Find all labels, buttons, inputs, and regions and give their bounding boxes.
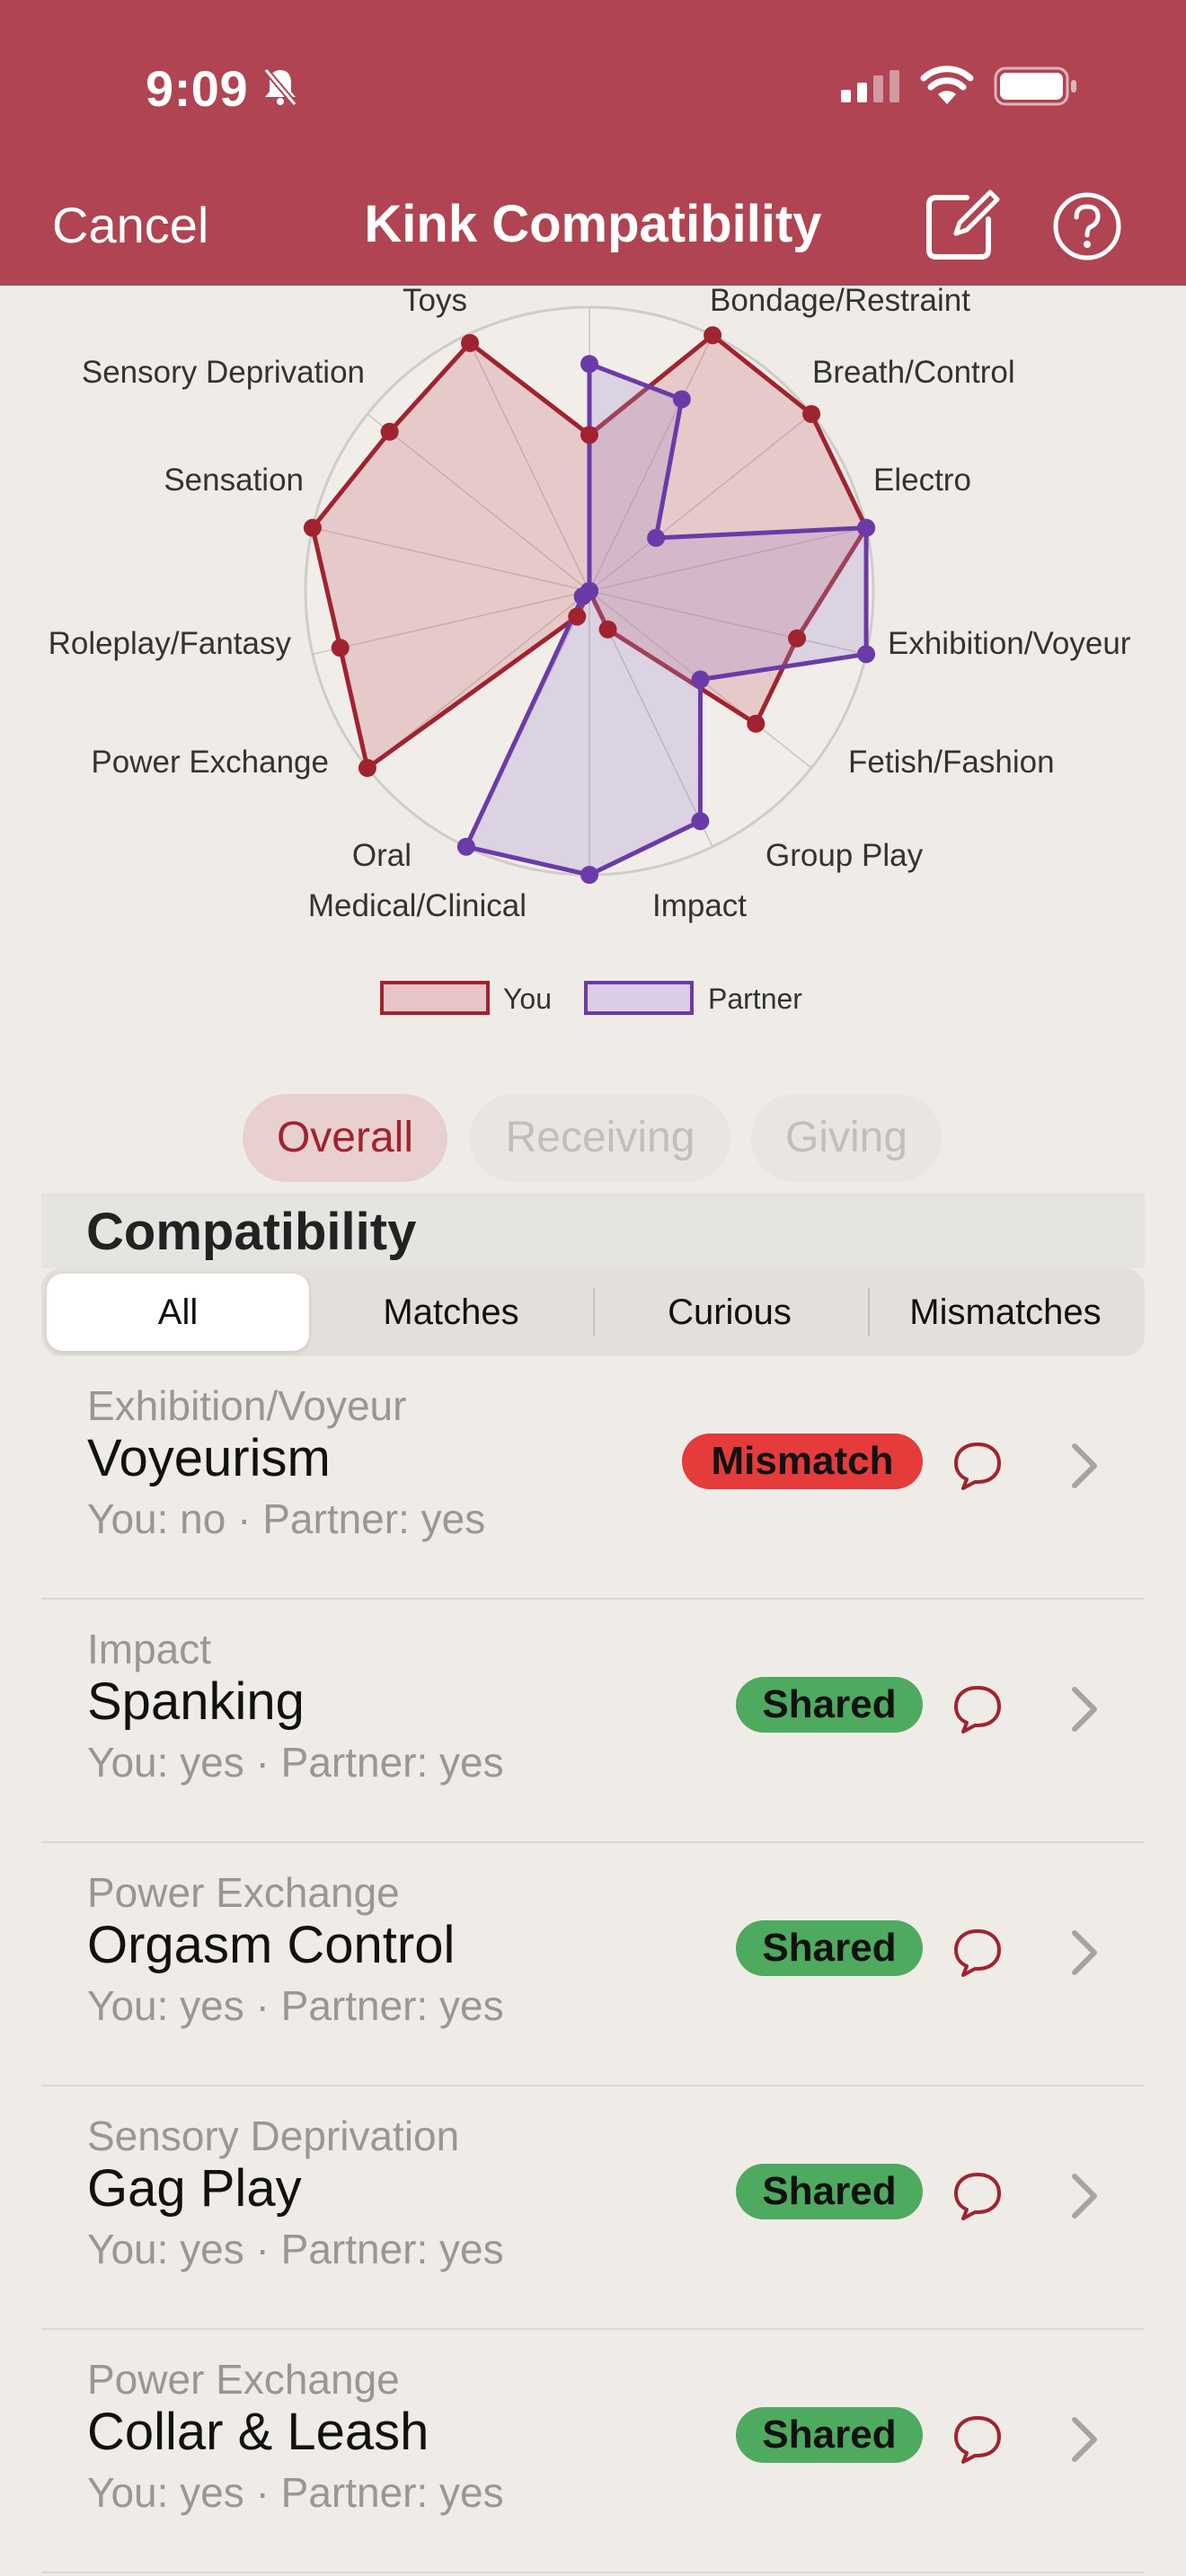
filter-segmented-control: All Matches Curious Mismatches bbox=[41, 1268, 1145, 1356]
segment-overall[interactable]: Overall bbox=[243, 1094, 447, 1182]
series-0-point bbox=[461, 333, 480, 352]
series-0-point bbox=[331, 639, 350, 657]
page-title: Kink Compatibility bbox=[364, 195, 822, 253]
series-1-point bbox=[672, 390, 691, 409]
comment-icon[interactable] bbox=[951, 1682, 1005, 1736]
series-1-point bbox=[691, 670, 710, 689]
item-category: Impact bbox=[87, 1626, 212, 1672]
filter-curious[interactable]: Curious bbox=[595, 1274, 864, 1351]
comment-icon[interactable] bbox=[951, 1439, 1005, 1493]
filter-matches[interactable]: Matches bbox=[316, 1274, 586, 1351]
list-item[interactable]: Power Exchange Orgasm Control You: yes ·… bbox=[41, 1843, 1145, 2086]
radar-chart: Toys Bondage/Restraint Breath/Control Elect… bbox=[49, 286, 1131, 923]
series-1-point bbox=[857, 645, 876, 664]
item-title: Orgasm Control bbox=[87, 1916, 456, 1974]
help-icon[interactable] bbox=[1051, 190, 1123, 262]
series-0-point bbox=[598, 620, 617, 639]
status-badge: Shared bbox=[736, 2407, 923, 2463]
item-title: Gag Play bbox=[87, 2159, 302, 2218]
item-answers: You: yes · Partner: yes bbox=[87, 1982, 504, 2029]
chart-legend: You Partner bbox=[0, 981, 1186, 1017]
item-category: Exhibition/Voyeur bbox=[87, 1382, 407, 1429]
series-0-point bbox=[704, 326, 722, 345]
segment-giving[interactable]: Giving bbox=[751, 1094, 942, 1182]
item-title: Voyeurism bbox=[87, 1429, 331, 1487]
comment-icon[interactable] bbox=[951, 2413, 1005, 2466]
axis-label: Electro bbox=[873, 463, 971, 498]
axis-label: Medical/Clinical bbox=[308, 888, 527, 923]
item-answers: You: yes · Partner: yes bbox=[87, 2226, 504, 2272]
list-item[interactable]: Power Exchange Collar & Leash You: yes ·… bbox=[41, 2330, 1145, 2573]
axis-label: Power Exchange bbox=[91, 745, 329, 780]
item-answers: You: yes · Partner: yes bbox=[87, 2469, 504, 2516]
section-header: Compatibility bbox=[41, 1193, 1145, 1268]
status-badge: Shared bbox=[736, 1677, 923, 1733]
axis-label: Impact bbox=[652, 888, 747, 923]
item-answers: You: no · Partner: yes bbox=[87, 1495, 486, 1542]
bell-muted-icon bbox=[263, 67, 297, 107]
axis-label: Oral bbox=[352, 838, 412, 873]
axis-label: Breath/Control bbox=[812, 355, 1015, 390]
series-0-point bbox=[303, 518, 322, 537]
filter-mismatches[interactable]: Mismatches bbox=[870, 1274, 1141, 1351]
series-0-point bbox=[580, 426, 598, 445]
status-badge: Shared bbox=[736, 1920, 923, 1976]
item-category: Power Exchange bbox=[87, 2356, 400, 2403]
status-time: 9:09 bbox=[146, 60, 249, 117]
item-title: Spanking bbox=[87, 1672, 305, 1731]
legend-swatch-partner bbox=[584, 981, 694, 1015]
series-1-point bbox=[580, 582, 598, 600]
series-0-point bbox=[788, 629, 807, 648]
axis-label: Roleplay/Fantasy bbox=[49, 626, 292, 661]
series-1-point bbox=[580, 355, 598, 374]
series-1-point bbox=[647, 528, 666, 547]
battery-icon bbox=[994, 66, 1076, 106]
legend-label-partner: Partner bbox=[708, 983, 802, 1015]
comment-icon[interactable] bbox=[951, 1926, 1005, 1980]
item-answers: You: yes · Partner: yes bbox=[87, 1739, 504, 1786]
chevron-right-icon bbox=[1072, 1687, 1097, 1732]
status-badge: Shared bbox=[736, 2164, 923, 2219]
series-0-point bbox=[358, 759, 376, 778]
list-item[interactable]: Impact Spanking You: yes · Partner: yes … bbox=[41, 1600, 1145, 1843]
series-0-point bbox=[380, 422, 399, 441]
axis-label: Toys bbox=[403, 286, 467, 318]
series-0-point bbox=[568, 607, 587, 626]
series-0-point bbox=[802, 404, 821, 423]
nav-header: 9:09 Cancel Kink Compatibility bbox=[0, 0, 1186, 286]
item-category: Power Exchange bbox=[87, 1869, 400, 1916]
legend-label-you: You bbox=[503, 983, 552, 1015]
series-0-point bbox=[747, 714, 766, 733]
wifi-icon bbox=[920, 66, 974, 104]
segment-receiving[interactable]: Receiving bbox=[470, 1094, 730, 1182]
chevron-right-icon bbox=[1072, 2417, 1097, 2462]
status-badge: Mismatch bbox=[682, 1434, 923, 1489]
chevron-right-icon bbox=[1072, 1930, 1097, 1975]
item-title: Collar & Leash bbox=[87, 2403, 429, 2461]
legend-swatch-you bbox=[380, 981, 490, 1015]
axis-label: Group Play bbox=[766, 838, 924, 873]
compose-icon[interactable] bbox=[920, 185, 1001, 266]
series-1-point bbox=[857, 518, 876, 537]
filter-all[interactable]: All bbox=[47, 1274, 309, 1351]
axis-label: Sensory Deprivation bbox=[82, 355, 365, 390]
section-title: Compatibility bbox=[86, 1203, 417, 1261]
divider bbox=[41, 2572, 1145, 2573]
comment-icon[interactable] bbox=[951, 2169, 1005, 2223]
list-item[interactable]: Exhibition/Voyeur Voyeurism You: no · Pa… bbox=[41, 1356, 1145, 1600]
axis-label: Sensation bbox=[164, 463, 304, 498]
cellular-signal-icon bbox=[841, 70, 899, 102]
series-1-point bbox=[691, 812, 710, 831]
chevron-right-icon bbox=[1072, 1443, 1097, 1488]
series-1-point bbox=[580, 866, 598, 884]
list-item[interactable]: Sensory Deprivation Gag Play You: yes · … bbox=[41, 2086, 1145, 2330]
item-category: Sensory Deprivation bbox=[87, 2113, 460, 2159]
axis-label: Exhibition/Voyeur bbox=[888, 626, 1131, 661]
axis-label: Bondage/Restraint bbox=[710, 286, 970, 318]
axis-label: Fetish/Fashion bbox=[848, 745, 1055, 780]
series-1-point bbox=[456, 837, 475, 856]
chevron-right-icon bbox=[1072, 2174, 1097, 2219]
